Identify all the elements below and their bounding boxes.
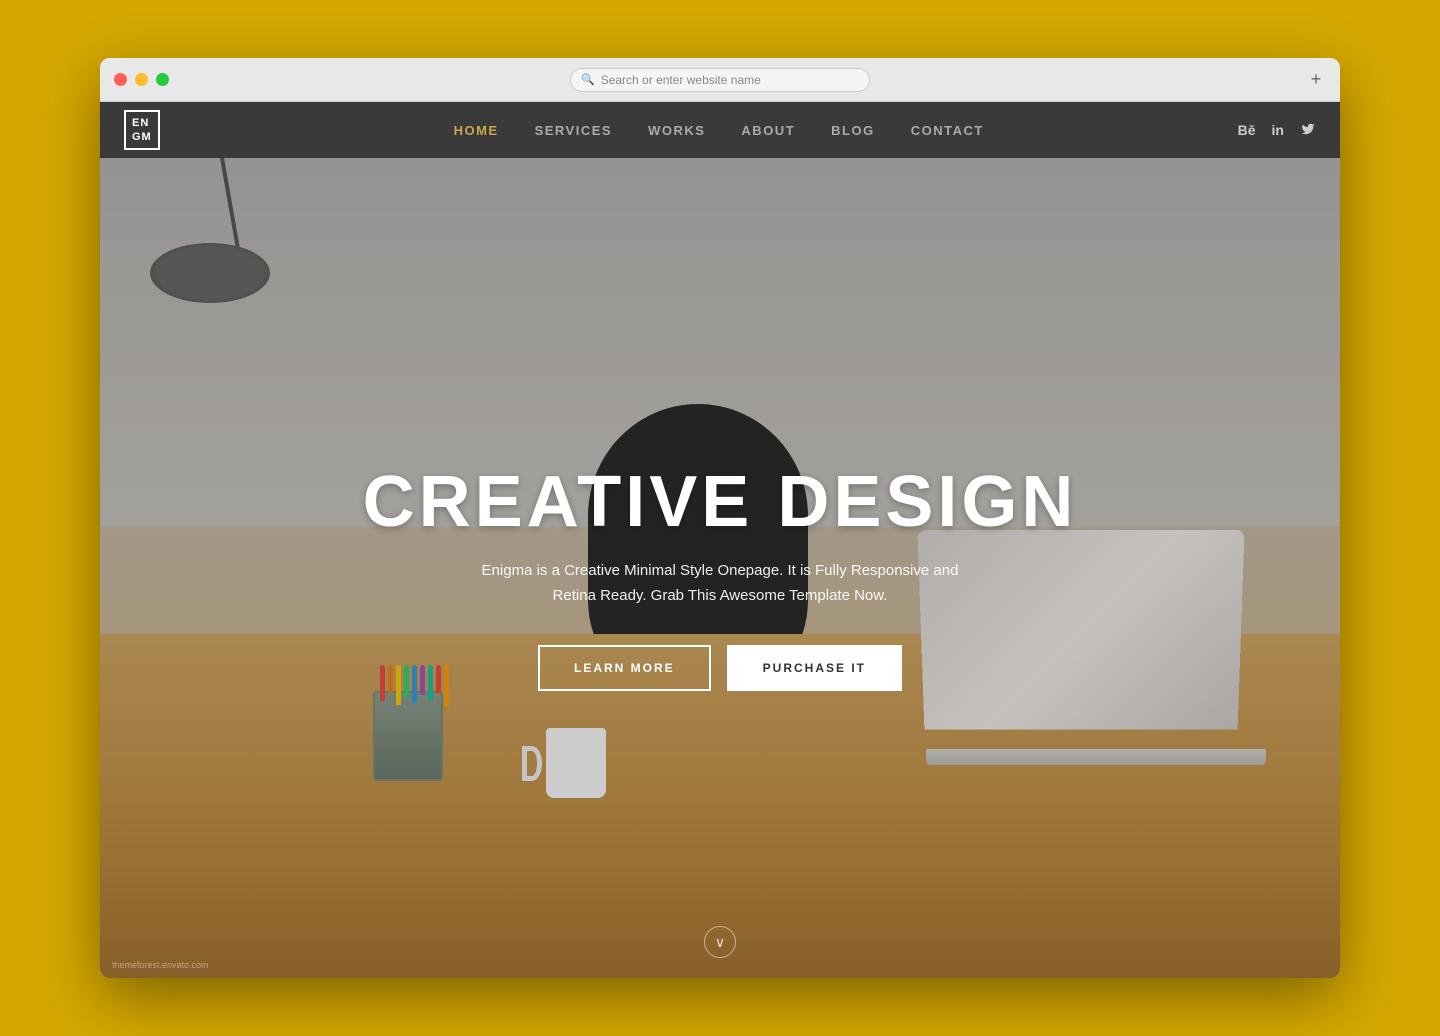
nav-home[interactable]: HOME — [454, 123, 499, 138]
hero-section: CREATIVE DESIGN Enigma is a Creative Min… — [100, 158, 1340, 978]
hero-content: CREATIVE DESIGN Enigma is a Creative Min… — [343, 466, 1098, 691]
purchase-button[interactable]: PURCHASE IT — [727, 645, 902, 691]
linkedin-icon[interactable]: in — [1272, 122, 1284, 138]
nav-contact[interactable]: CONTACT — [911, 123, 984, 138]
nav-works[interactable]: WORKS — [648, 123, 705, 138]
search-icon: 🔍 — [581, 73, 595, 86]
address-bar-text: Search or enter website name — [601, 73, 761, 87]
mac-titlebar: 🔍 Search or enter website name + — [100, 58, 1340, 102]
behance-icon[interactable]: Bē — [1238, 122, 1256, 138]
navbar: EN GM HOME SERVICES WORKS ABOUT BLOG CON… — [100, 102, 1340, 158]
new-tab-button[interactable]: + — [1306, 70, 1326, 90]
nav-blog[interactable]: BLOG — [831, 123, 875, 138]
mac-btn-close[interactable] — [114, 73, 127, 86]
nav-services[interactable]: SERVICES — [535, 123, 613, 138]
hero-title: CREATIVE DESIGN — [363, 466, 1078, 538]
hero-buttons: LEARN MORE PURCHASE IT — [363, 645, 1078, 691]
website: EN GM HOME SERVICES WORKS ABOUT BLOG CON… — [100, 102, 1340, 978]
learn-more-button[interactable]: LEARN MORE — [538, 645, 711, 691]
mac-window: 🔍 Search or enter website name + EN GM H… — [100, 58, 1340, 978]
mac-btn-maximize[interactable] — [156, 73, 169, 86]
nav-links: HOME SERVICES WORKS ABOUT BLOG CONTACT — [200, 123, 1238, 138]
watermark: themeforest.envato.com — [112, 960, 209, 970]
address-bar[interactable]: 🔍 Search or enter website name — [570, 68, 870, 92]
scroll-down-indicator[interactable]: ∨ — [704, 926, 736, 958]
mac-btn-minimize[interactable] — [135, 73, 148, 86]
logo[interactable]: EN GM — [124, 110, 160, 151]
twitter-icon[interactable] — [1300, 122, 1316, 139]
hero-subtitle: Enigma is a Creative Minimal Style Onepa… — [470, 558, 970, 609]
nav-about[interactable]: ABOUT — [741, 123, 795, 138]
social-links: Bē in — [1238, 122, 1316, 139]
